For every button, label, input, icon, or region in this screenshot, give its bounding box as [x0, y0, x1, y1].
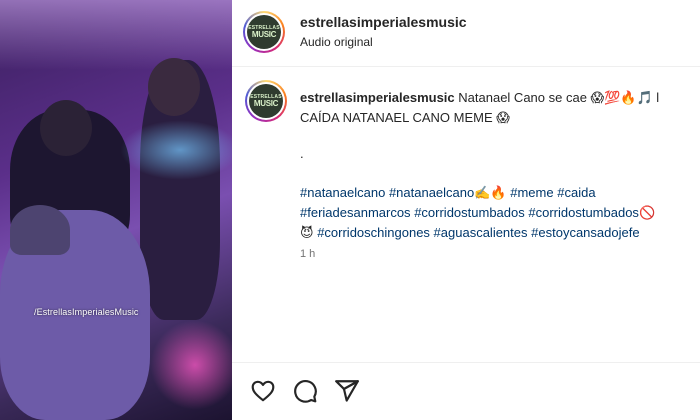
hashtag-link[interactable]: #estoycansadojefe [531, 225, 639, 240]
video-watermark: /EstrellasImperialesMusic [34, 307, 139, 317]
hashtag-link[interactable]: #natanaelcano [300, 185, 385, 200]
stage-light [0, 0, 232, 70]
stage-light [150, 320, 232, 410]
hashtag-line: #feriadesanmarcos #corridostumbados #cor… [300, 203, 700, 223]
caption: estrellasimperialesmusic Natanael Cano s… [300, 88, 700, 108]
post-timestamp[interactable]: 1 h [300, 248, 315, 260]
hashtag-link[interactable]: #meme [510, 185, 553, 200]
caption-username[interactable]: estrellasimperialesmusic [300, 90, 455, 105]
stage-light [120, 120, 232, 180]
avatar[interactable]: ESTRELLAS MUSIC [245, 80, 287, 122]
hashtag-link[interactable]: #natanaelcano [389, 185, 474, 200]
hashtag-link[interactable]: #caida [557, 185, 595, 200]
hashtag-link[interactable]: #corridostumbados [414, 205, 525, 220]
brand-logo: ESTRELLAS MUSIC [249, 84, 283, 118]
person-head [40, 100, 92, 156]
caption-text: Natanael Cano se cae 😱💯🔥🎵 l [458, 90, 660, 105]
caption-title: CAÍDA NATANAEL CANO MEME 😱 [300, 110, 510, 125]
post-side-panel: ESTRELLAS MUSIC estrellasimperialesmusic… [232, 0, 700, 420]
hashtag-link[interactable]: #feriadesanmarcos [300, 205, 411, 220]
hashtag-line: 😈 #corridoschingones #aguascalientes #es… [300, 223, 700, 243]
caption-dot: . [300, 146, 304, 161]
devil-emoji: 😈 [300, 225, 314, 240]
hashtag-emoji: ✍️🔥 [474, 185, 507, 200]
divider [232, 362, 700, 363]
heart-icon[interactable] [250, 378, 276, 404]
action-bar [250, 378, 360, 404]
hashtag-link[interactable]: #aguascalientes [434, 225, 528, 240]
hashtag-list: #natanaelcano #natanaelcano✍️🔥 #meme #ca… [300, 183, 700, 243]
person-head [148, 58, 200, 116]
audio-label[interactable]: Audio original [300, 35, 373, 49]
hashtag-link[interactable]: #corridoschingones [317, 225, 430, 240]
comment-icon[interactable] [292, 378, 318, 404]
cap [10, 205, 70, 255]
post-media[interactable]: /EstrellasImperialesMusic [0, 0, 232, 420]
header-username[interactable]: estrellasimperialesmusic [300, 14, 467, 30]
avatar[interactable]: ESTRELLAS MUSIC [243, 11, 285, 53]
divider [232, 66, 700, 67]
hashtag-line: #natanaelcano #natanaelcano✍️🔥 #meme #ca… [300, 183, 700, 203]
hashtag-link[interactable]: #corridostumbados [528, 205, 639, 220]
share-icon[interactable] [334, 378, 360, 404]
hashtag-emoji: 🚫 [638, 205, 656, 220]
brand-logo: ESTRELLAS MUSIC [247, 15, 281, 49]
